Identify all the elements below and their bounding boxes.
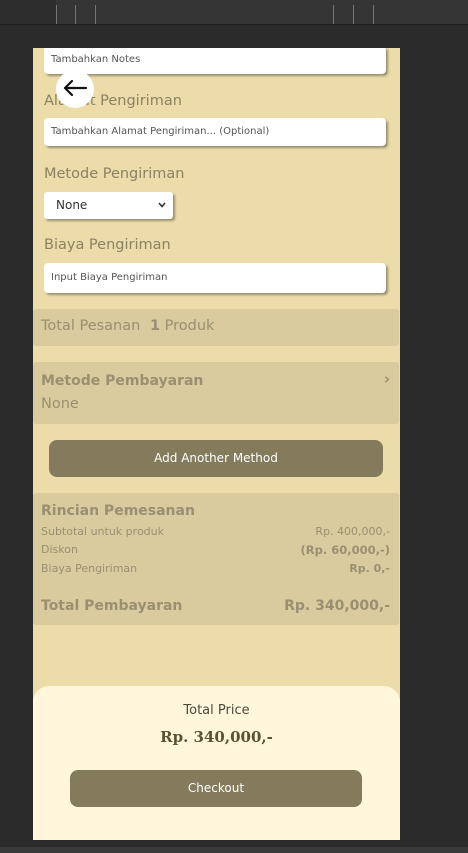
shipping-fee-label: Biaya Pengiriman bbox=[41, 562, 138, 575]
toolbar-divider bbox=[75, 5, 76, 24]
shipping-method-value: None bbox=[56, 198, 88, 212]
editor-toolbar bbox=[0, 0, 468, 25]
discount-value: (Rp. 60,000,-) bbox=[300, 543, 391, 557]
shipping-fee-value: Rp. 0,- bbox=[349, 562, 390, 575]
shipping-cost-label: Biaya Pengiriman bbox=[44, 237, 171, 253]
toolbar-divider bbox=[333, 5, 334, 24]
toolbar-divider bbox=[56, 5, 57, 24]
shipping-cost-placeholder: Input Biaya Pengiriman bbox=[51, 272, 168, 283]
payment-method-value: None bbox=[41, 396, 79, 412]
checkout-screen: Tambahkan Notes Alamat Pengiriman Tambah… bbox=[33, 48, 400, 840]
back-button[interactable] bbox=[56, 70, 94, 108]
payment-method-label: Metode Pembayaran bbox=[41, 373, 204, 389]
order-total-label: Total Pesanan bbox=[41, 318, 141, 334]
add-another-method-button[interactable]: Add Another Method bbox=[49, 440, 383, 477]
checkout-footer: Total Price Rp. 340,000,- Checkout bbox=[33, 686, 400, 840]
order-total-text: Total Pesanan 1 Produk bbox=[41, 318, 214, 334]
order-total-unit: Produk bbox=[164, 318, 215, 334]
discount-label: Diskon bbox=[41, 543, 78, 556]
toolbar-segment bbox=[0, 0, 56, 24]
notes-field[interactable]: Tambahkan Notes bbox=[44, 48, 386, 74]
shipping-method-select[interactable]: None bbox=[44, 192, 173, 219]
order-details-title: Rincian Pemesanan bbox=[41, 503, 195, 519]
toolbar-divider bbox=[373, 5, 374, 24]
total-payment-label: Total Pembayaran bbox=[41, 598, 183, 614]
chevron-right-icon: › bbox=[383, 370, 390, 388]
arrow-left-icon bbox=[62, 75, 88, 103]
total-price-label: Total Price bbox=[183, 703, 250, 718]
address-placeholder: Tambahkan Alamat Pengiriman... (Optional… bbox=[51, 126, 270, 137]
subtotal-label: Subtotal untuk produk bbox=[41, 525, 164, 538]
checkout-button[interactable]: Checkout bbox=[70, 770, 362, 807]
notes-placeholder: Tambahkan Notes bbox=[51, 54, 141, 65]
order-total-count: 1 bbox=[149, 318, 161, 334]
chevron-down-icon bbox=[157, 192, 167, 229]
toolbar-divider bbox=[95, 5, 96, 24]
shipping-method-label: Metode Pengiriman bbox=[44, 166, 185, 182]
total-payment-value: Rp. 340,000,- bbox=[284, 598, 390, 614]
order-total-panel: Total Pesanan 1 Produk bbox=[33, 309, 399, 346]
bottom-bar bbox=[0, 847, 468, 853]
subtotal-value: Rp. 400,000,- bbox=[315, 525, 390, 538]
address-field[interactable]: Tambahkan Alamat Pengiriman... (Optional… bbox=[44, 118, 386, 146]
shipping-cost-field[interactable]: Input Biaya Pengiriman bbox=[44, 263, 386, 293]
toolbar-divider bbox=[353, 5, 354, 24]
total-price-value: Rp. 340,000,- bbox=[160, 728, 273, 746]
order-details-panel: Rincian Pemesanan Subtotal untuk produk … bbox=[33, 493, 399, 625]
payment-method-panel[interactable]: Metode Pembayaran › None bbox=[33, 362, 399, 424]
